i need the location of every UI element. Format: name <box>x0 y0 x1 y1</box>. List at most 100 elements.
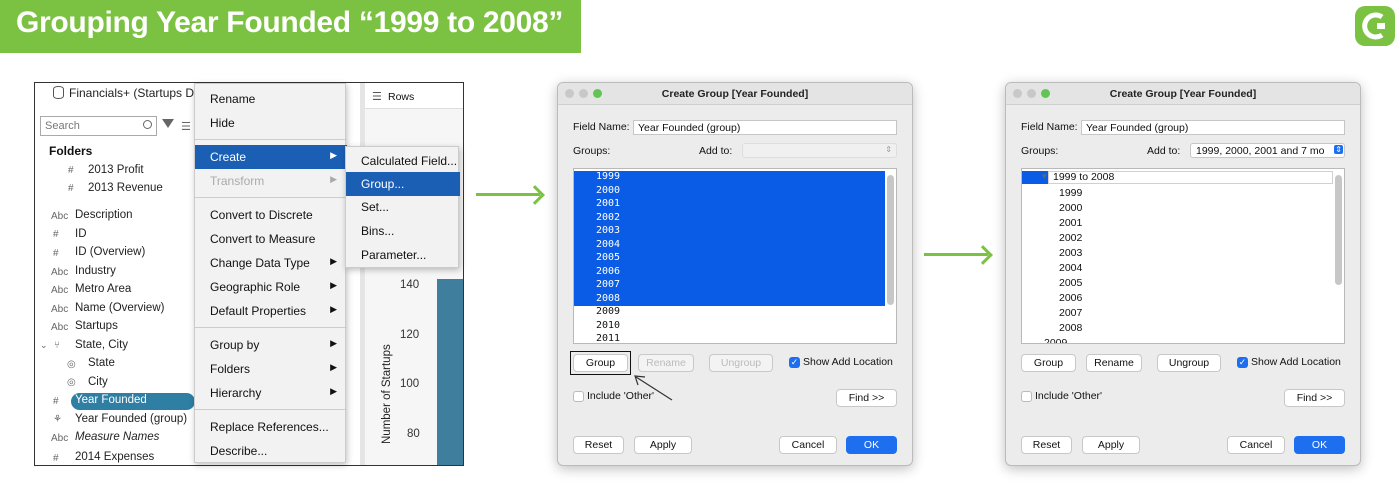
list-item[interactable]: 2007 <box>574 279 885 293</box>
minimize-window-icon[interactable] <box>1027 89 1036 98</box>
menu-item-describe[interactable]: Describe... <box>195 439 347 463</box>
menu-item-default-properties[interactable]: Default Properties ▶ <box>195 299 347 323</box>
group-member[interactable]: 2005 <box>1059 277 1082 289</box>
menu-item-bins[interactable]: Bins... <box>346 219 460 243</box>
menu-item-replace-references[interactable]: Replace References... <box>195 415 347 439</box>
list-item[interactable]: 2010 <box>574 320 885 334</box>
find-button[interactable]: Find >> <box>836 389 897 407</box>
field-state-city[interactable]: State, City <box>75 339 128 351</box>
menu-item-group-by[interactable]: Group by ▶ <box>195 333 347 357</box>
field-name-input[interactable]: Year Founded (group) <box>633 120 897 135</box>
list-item[interactable]: 2003 <box>574 225 885 239</box>
field-metro-area[interactable]: Metro Area <box>75 283 131 295</box>
view-toggle-icon[interactable]: ☰ <box>181 120 191 133</box>
list-item[interactable]: 2006 <box>574 265 885 279</box>
menu-item-group[interactable]: Group... <box>346 172 460 196</box>
group-member[interactable]: 2006 <box>1059 292 1082 304</box>
menu-item-calculated-field[interactable]: Calculated Field... <box>346 149 460 173</box>
include-other-checkbox[interactable] <box>573 391 584 402</box>
field-state[interactable]: State <box>88 357 115 369</box>
field-name-label: Field Name: <box>573 121 630 133</box>
field-context-menu: Rename Hide Create ▶ Transform ▶ Convert t… <box>194 83 347 463</box>
list-item[interactable]: 2011 <box>574 333 885 343</box>
list-item[interactable]: 2004 <box>574 238 885 252</box>
field-city[interactable]: City <box>88 376 108 388</box>
list-item[interactable]: 2008 <box>574 292 885 306</box>
menu-item-create[interactable]: Create ▶ <box>195 145 347 169</box>
rename-button[interactable]: Rename <box>1086 354 1142 372</box>
group-member[interactable]: 2000 <box>1059 202 1082 214</box>
field-year-founded-group[interactable]: Year Founded (group) <box>75 413 187 425</box>
group-name[interactable]: 1999 to 2008 <box>1053 171 1114 183</box>
menu-item-convert-discrete[interactable]: Convert to Discrete <box>195 203 347 227</box>
close-window-icon[interactable] <box>1013 89 1022 98</box>
add-to-select[interactable]: 1999, 2000, 2001 and 7 mo ⇕ <box>1190 143 1345 158</box>
menu-item-change-data-type[interactable]: Change Data Type ▶ <box>195 251 347 275</box>
list-item[interactable]: 2000 <box>574 184 885 198</box>
scrollbar[interactable] <box>887 175 894 305</box>
zoom-window-icon[interactable] <box>1041 89 1050 98</box>
field-measure-names[interactable]: Measure Names <box>75 431 159 443</box>
field-year-founded[interactable]: Year Founded <box>75 394 147 406</box>
search-input[interactable]: Search <box>40 116 157 136</box>
menu-item-parameter[interactable]: Parameter... <box>346 243 460 267</box>
rows-shelf[interactable]: ☰ Rows <box>365 83 463 109</box>
menu-item-geographic-role[interactable]: Geographic Role ▶ <box>195 275 347 299</box>
field-name-input[interactable]: Year Founded (group) <box>1081 120 1345 135</box>
groups-list[interactable]: 1999 2000 2001 2002 2003 2004 2005 2006 … <box>573 168 897 344</box>
group-member[interactable]: 2002 <box>1059 232 1082 244</box>
ok-button[interactable]: OK <box>1294 436 1345 454</box>
field-name-overview[interactable]: Name (Overview) <box>75 302 164 314</box>
list-item[interactable]: 2009 <box>574 306 885 320</box>
field-id-overview[interactable]: ID (Overview) <box>75 246 145 258</box>
menu-item-folders[interactable]: Folders ▶ <box>195 357 347 381</box>
field-2013-profit[interactable]: 2013 Profit <box>88 164 144 176</box>
menu-item-set[interactable]: Set... <box>346 195 460 219</box>
list-item[interactable]: 2009 <box>1044 337 1067 343</box>
groups-tree[interactable]: ▾ 1999 to 2008 1999 2000 2001 2002 2003 … <box>1021 168 1345 344</box>
filter-icon[interactable] <box>162 119 174 128</box>
apply-button[interactable]: Apply <box>634 436 692 454</box>
list-item[interactable]: 2001 <box>574 198 885 212</box>
group-member[interactable]: 1999 <box>1059 187 1082 199</box>
list-item[interactable]: 2005 <box>574 252 885 266</box>
group-button[interactable]: Group <box>1021 354 1076 372</box>
ungroup-button[interactable]: Ungroup <box>1157 354 1221 372</box>
zoom-window-icon[interactable] <box>593 89 602 98</box>
group-member[interactable]: 2007 <box>1059 307 1082 319</box>
field-description[interactable]: Description <box>75 209 133 221</box>
field-id[interactable]: ID <box>75 228 87 240</box>
field-2013-revenue[interactable]: 2013 Revenue <box>88 182 163 194</box>
chart-bar[interactable] <box>437 279 463 465</box>
show-add-location-checkbox[interactable]: ✓ <box>1237 357 1248 368</box>
cancel-button[interactable]: Cancel <box>779 436 837 454</box>
apply-button[interactable]: Apply <box>1082 436 1140 454</box>
group-member[interactable]: 2004 <box>1059 262 1082 274</box>
y-tick: 100 <box>400 378 420 390</box>
menu-item-hierarchy[interactable]: Hierarchy ▶ <box>195 381 347 405</box>
scrollbar[interactable] <box>1335 175 1342 285</box>
disclosure-triangle-icon[interactable]: ▾ <box>1042 171 1047 182</box>
ok-button[interactable]: OK <box>846 436 897 454</box>
field-startups[interactable]: Startups <box>75 320 118 332</box>
group-member[interactable]: 2001 <box>1059 217 1082 229</box>
group-member[interactable]: 2003 <box>1059 247 1082 259</box>
menu-item-hide[interactable]: Hide <box>195 111 347 135</box>
minimize-window-icon[interactable] <box>579 89 588 98</box>
show-add-location-checkbox[interactable]: ✓ <box>789 357 800 368</box>
menu-item-convert-measure[interactable]: Convert to Measure <box>195 227 347 251</box>
list-item[interactable]: 2002 <box>574 211 885 225</box>
reset-button[interactable]: Reset <box>573 436 624 454</box>
find-button[interactable]: Find >> <box>1284 389 1345 407</box>
reset-button[interactable]: Reset <box>1021 436 1072 454</box>
list-item[interactable]: 1999 <box>574 171 885 185</box>
close-window-icon[interactable] <box>565 89 574 98</box>
menu-item-rename[interactable]: Rename <box>195 87 347 111</box>
datasource-name: Financials+ (Startups Da... <box>69 86 211 100</box>
field-2014-expenses[interactable]: 2014 Expenses <box>75 451 154 463</box>
chevron-down-icon[interactable]: ⌄ <box>40 340 48 351</box>
cancel-button[interactable]: Cancel <box>1227 436 1285 454</box>
field-industry[interactable]: Industry <box>75 265 116 277</box>
group-member[interactable]: 2008 <box>1059 322 1082 334</box>
include-other-checkbox[interactable] <box>1021 391 1032 402</box>
